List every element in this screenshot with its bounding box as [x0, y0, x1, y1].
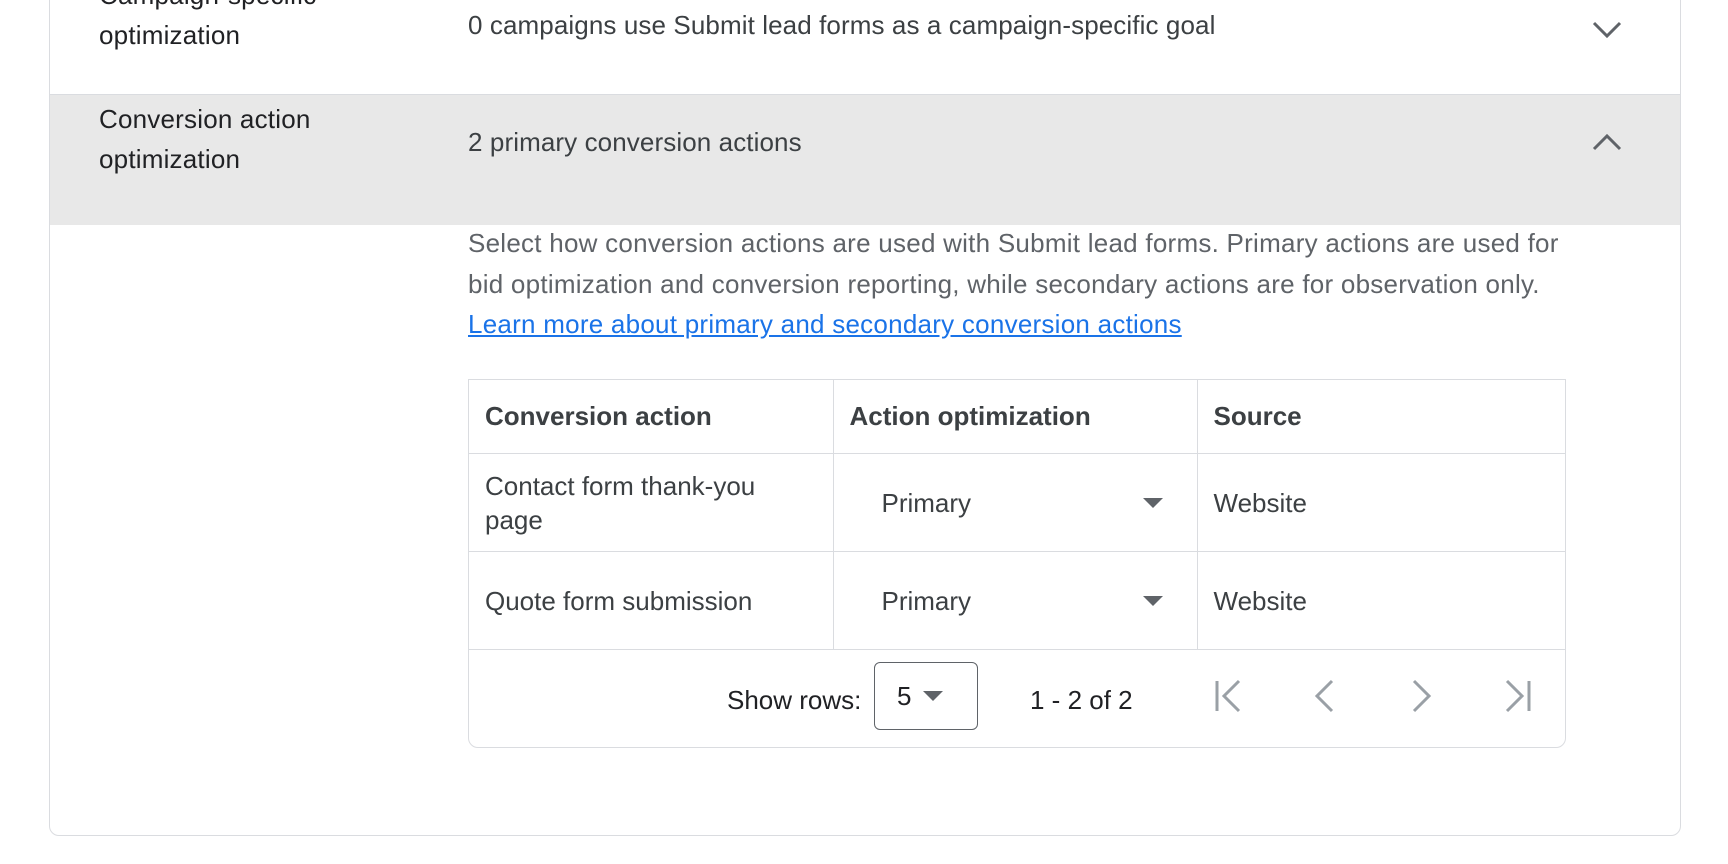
- action-optimization-select[interactable]: Primary: [850, 584, 1181, 618]
- first-page-icon[interactable]: [1209, 676, 1249, 716]
- chevron-up-icon[interactable]: [1588, 124, 1626, 162]
- show-rows-label: Show rows:: [727, 685, 862, 715]
- table-header-row: Conversion action Action optimization So…: [469, 380, 1565, 454]
- table-row: Quote form submission Primary Website: [469, 551, 1565, 650]
- chevron-down-icon[interactable]: [1588, 11, 1626, 49]
- last-page-icon[interactable]: [1497, 676, 1537, 716]
- conversion-action-summary: 2 primary conversion actions: [468, 127, 802, 157]
- conversion-action-cell: Quote form submission: [469, 551, 834, 650]
- action-optimization-value: Primary: [881, 585, 972, 616]
- dropdown-arrow-icon: [923, 691, 944, 701]
- action-optimization-select[interactable]: Primary: [850, 486, 1181, 520]
- previous-page-icon[interactable]: [1305, 676, 1345, 716]
- goal-settings-card: Campaign-specific optimization 0 campaig…: [49, 0, 1681, 836]
- campaign-specific-optimization-row[interactable]: Campaign-specific optimization 0 campaig…: [50, 0, 1680, 95]
- action-optimization-value: Primary: [881, 487, 972, 518]
- pagination-range: 1 - 2 of 2: [1030, 685, 1133, 715]
- label-line: optimization: [99, 20, 241, 50]
- rows-per-page-select[interactable]: 5: [874, 662, 978, 730]
- dropdown-arrow-icon: [1142, 595, 1163, 606]
- campaign-specific-optimization-label: Campaign-specific optimization: [99, 0, 316, 55]
- conversion-actions-description: Select how conversion actions are used w…: [468, 223, 1588, 345]
- source-cell: Website: [1197, 453, 1565, 552]
- conversion-action-optimization-label: Conversion action optimization: [99, 99, 311, 179]
- source-cell: Website: [1197, 551, 1565, 650]
- label-line: Conversion action: [99, 104, 311, 134]
- next-page-icon[interactable]: [1401, 676, 1441, 716]
- label-line: Campaign-specific: [99, 0, 316, 15]
- rows-per-page-value: 5: [897, 680, 912, 711]
- dropdown-arrow-icon: [1142, 497, 1163, 508]
- column-header-conversion-action: Conversion action: [469, 380, 834, 454]
- action-optimization-cell: Primary: [833, 453, 1198, 552]
- conversion-actions-table: Conversion action Action optimization So…: [468, 379, 1566, 748]
- conversion-action-optimization-row[interactable]: Conversion action optimization 2 primary…: [50, 95, 1680, 225]
- learn-more-link[interactable]: Learn more about primary and secondary c…: [468, 309, 1182, 339]
- table-row: Contact form thank-you page Primary Webs…: [469, 453, 1565, 552]
- description-text: Select how conversion actions are used w…: [468, 228, 1559, 299]
- action-optimization-cell: Primary: [833, 551, 1198, 650]
- column-header-source: Source: [1197, 380, 1565, 454]
- campaign-specific-summary: 0 campaigns use Submit lead forms as a c…: [468, 10, 1216, 40]
- label-line: optimization: [99, 144, 241, 174]
- column-header-action-optimization: Action optimization: [833, 380, 1198, 454]
- pagination-bar: Show rows: 5 1 - 2 of 2: [469, 650, 1565, 747]
- conversion-action-cell: Contact form thank-you page: [469, 453, 834, 552]
